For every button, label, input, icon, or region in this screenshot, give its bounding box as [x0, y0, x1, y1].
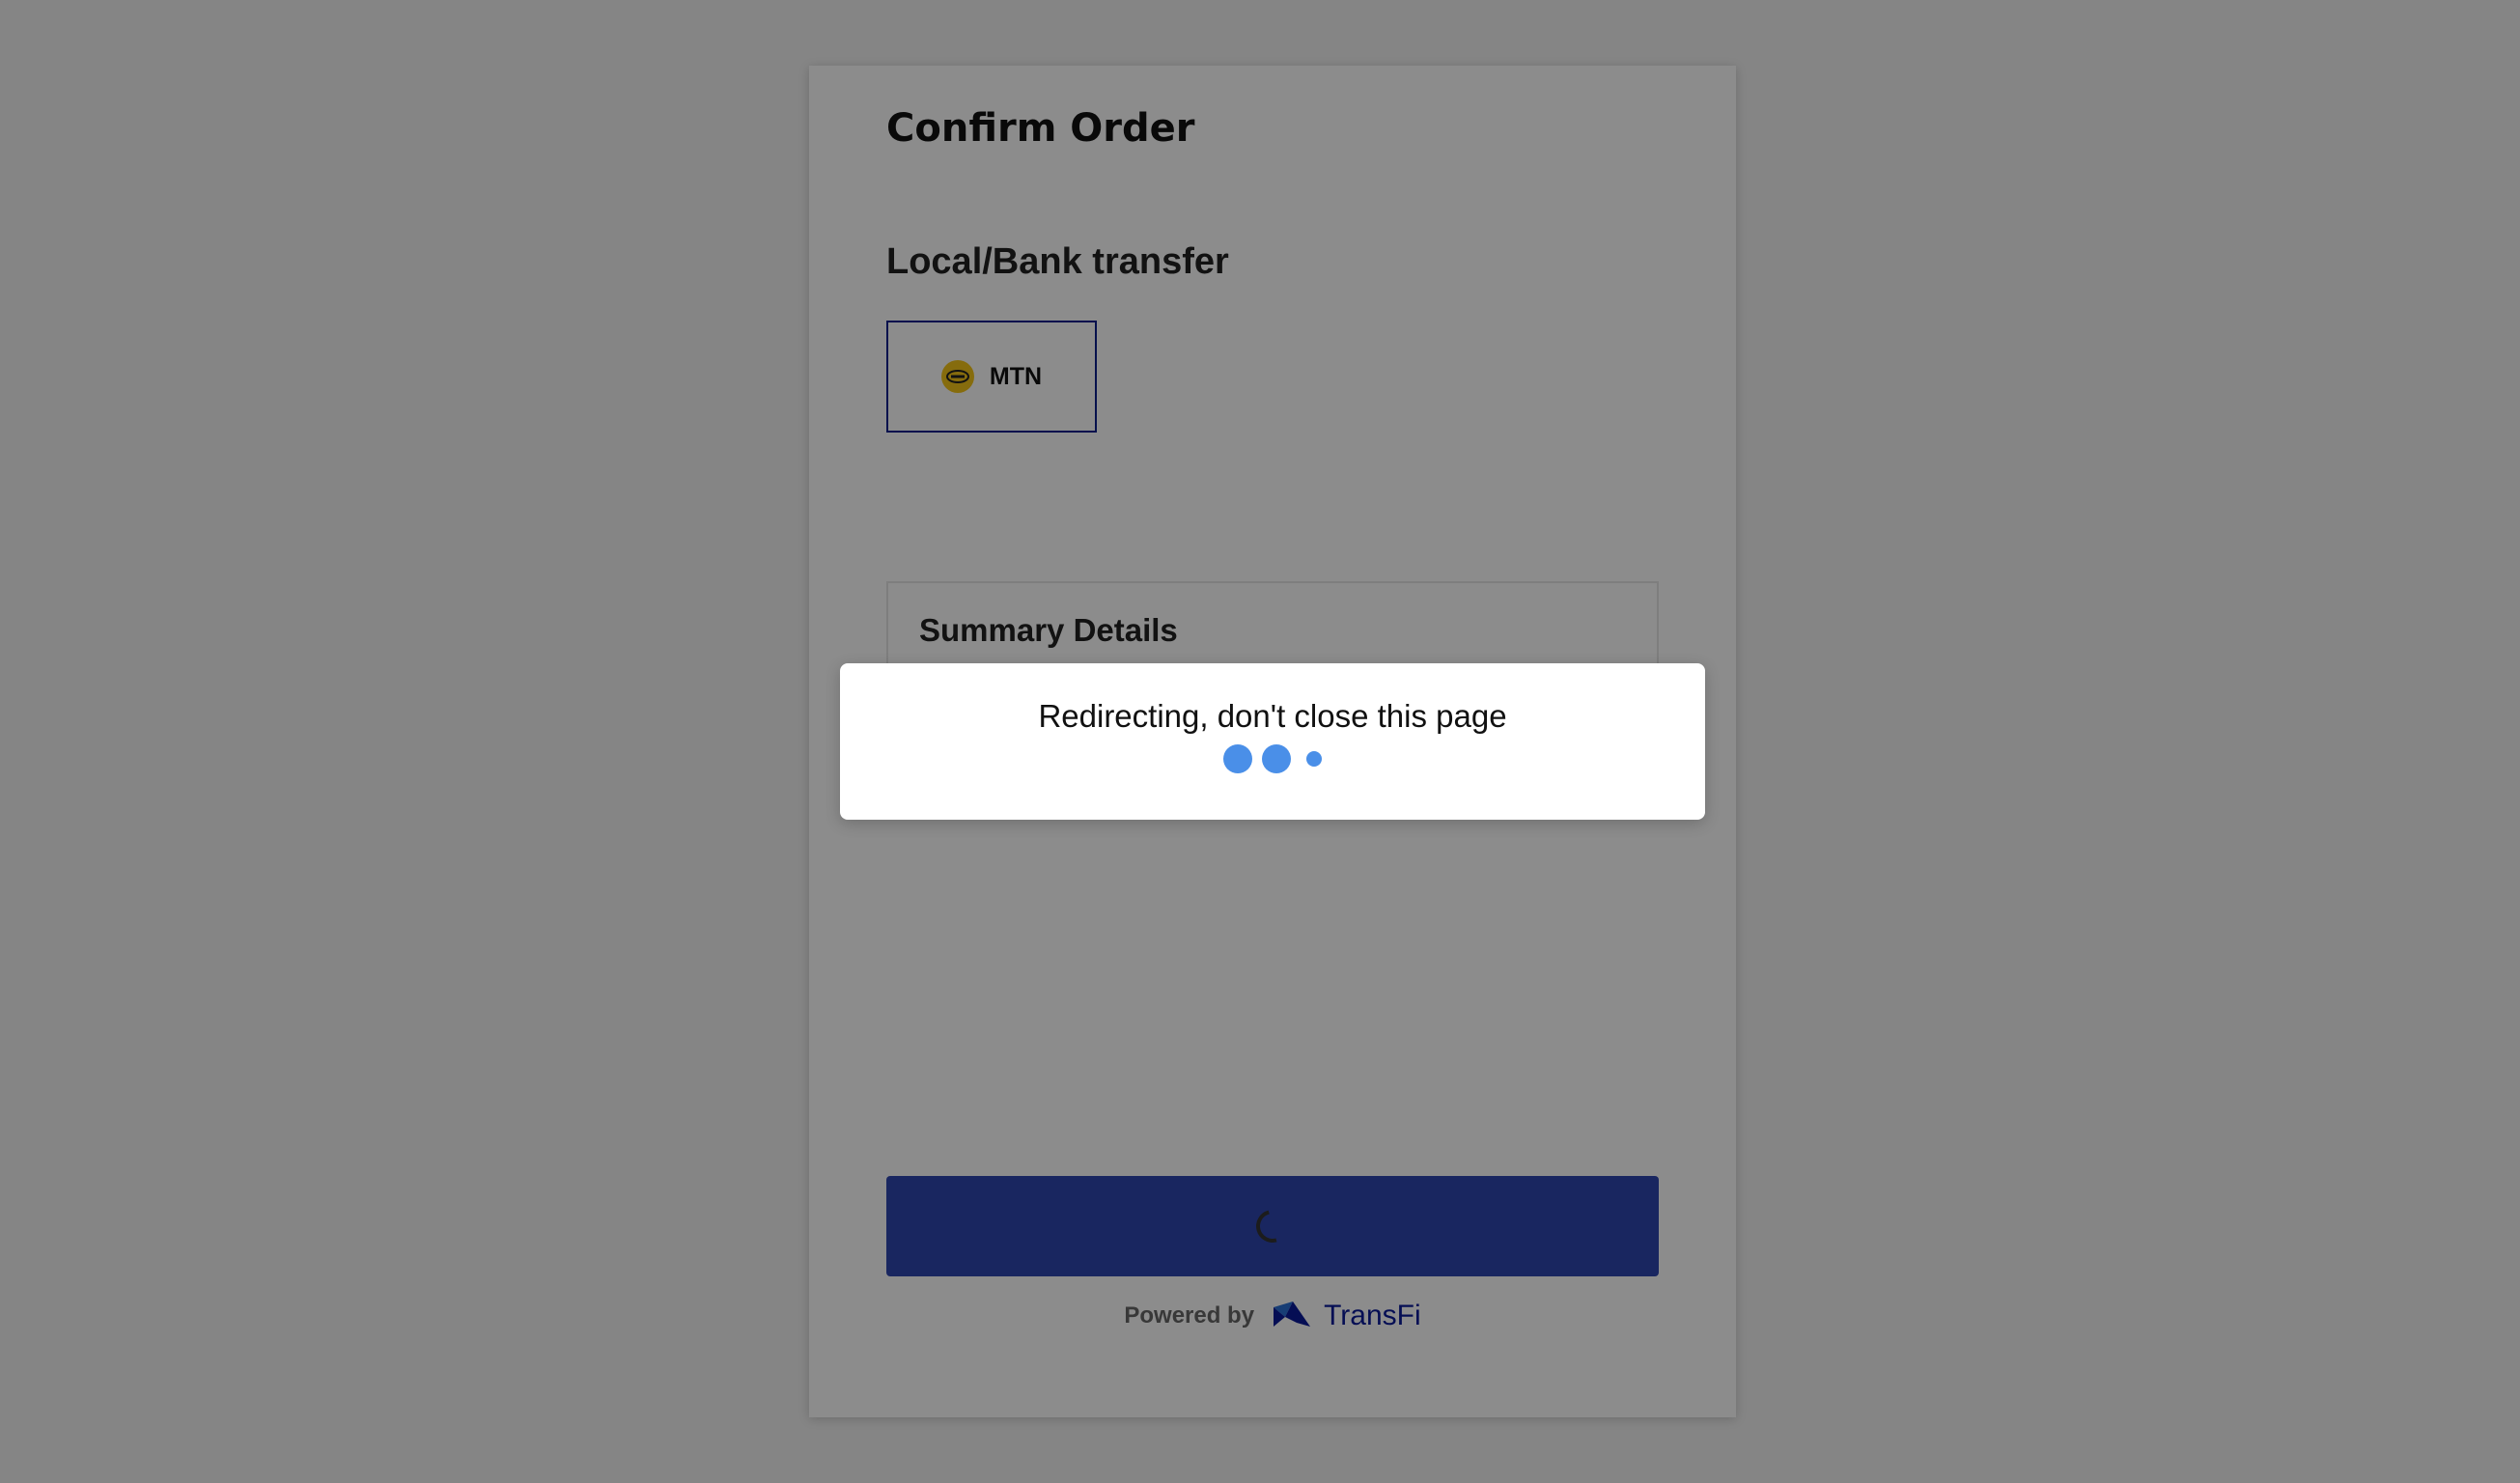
- redirect-message: Redirecting, don't close this page: [1038, 698, 1507, 734]
- page: Confirm Order Local/Bank transfer MTN Su…: [0, 0, 2520, 1483]
- loader-dot: [1223, 744, 1252, 773]
- three-dot-loader: [840, 744, 1705, 773]
- loader-dot: [1262, 744, 1291, 773]
- loader-dot: [1306, 751, 1322, 767]
- redirect-modal: Redirecting, don't close this page: [840, 663, 1705, 820]
